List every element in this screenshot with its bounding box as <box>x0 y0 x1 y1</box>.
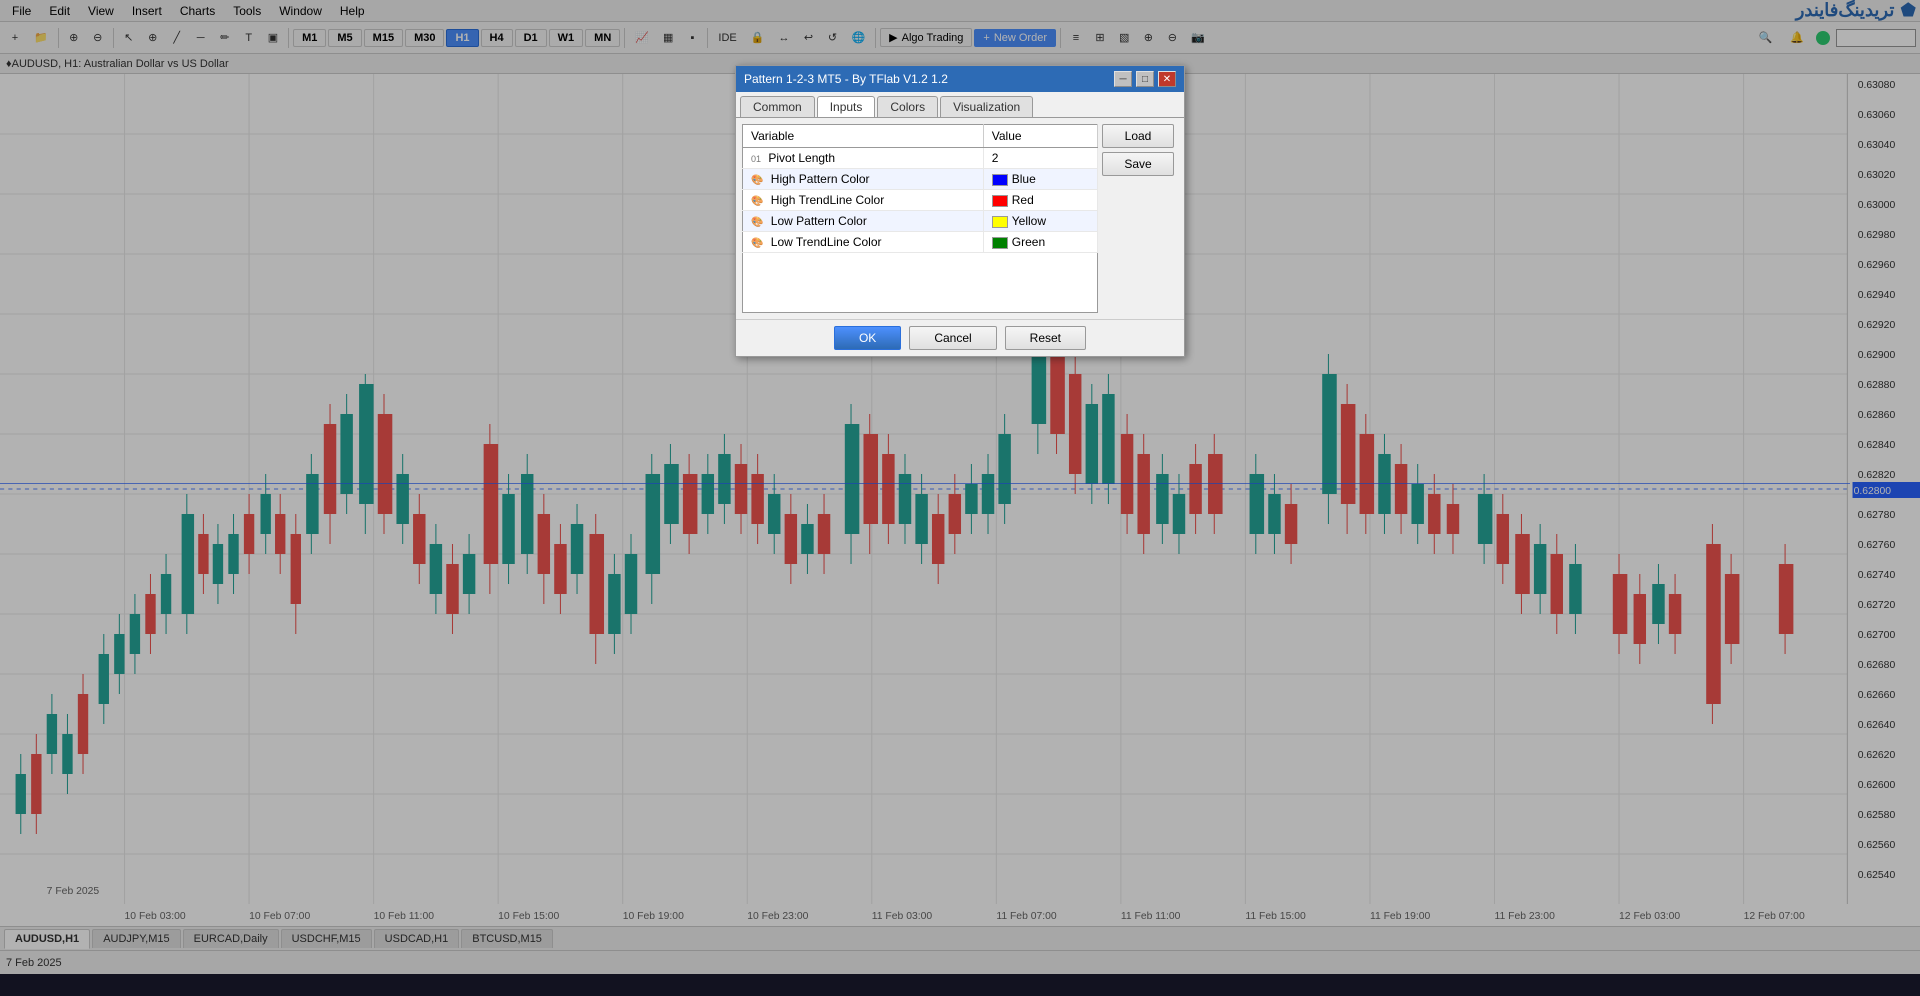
dialog: Pattern 1-2-3 MT5 - By TFlab V1.2 1.2 ─ … <box>735 65 1185 357</box>
ok-button[interactable]: OK <box>834 326 901 350</box>
row-value: Blue <box>983 169 1097 190</box>
dialog-tab-colors[interactable]: Colors <box>877 96 938 117</box>
row-variable: 🎨 Low TrendLine Color <box>743 232 984 253</box>
dialog-title: Pattern 1-2-3 MT5 - By TFlab V1.2 1.2 <box>744 72 948 86</box>
table-row[interactable]: 01 Pivot Length2 <box>743 148 1098 169</box>
row-value: Red <box>983 190 1097 211</box>
color-swatch <box>992 195 1008 207</box>
modal-overlay: Pattern 1-2-3 MT5 - By TFlab V1.2 1.2 ─ … <box>0 0 1920 996</box>
dialog-tab-common[interactable]: Common <box>740 96 815 117</box>
row-variable: 01 Pivot Length <box>743 148 984 169</box>
col-header-variable: Variable <box>743 125 984 148</box>
dialog-side-buttons: Load Save <box>1098 124 1178 313</box>
dialog-maximize-btn[interactable]: □ <box>1136 71 1154 87</box>
dialog-title-buttons: ─ □ ✕ <box>1112 71 1176 87</box>
table-row[interactable]: 🎨 High Pattern ColorBlue <box>743 169 1098 190</box>
row-value: Yellow <box>983 211 1097 232</box>
reset-button[interactable]: Reset <box>1005 326 1086 350</box>
color-swatch <box>992 237 1008 249</box>
dialog-table-wrapper: Variable Value 01 Pivot Length2🎨 High Pa… <box>742 124 1098 313</box>
table-row[interactable]: 🎨 Low Pattern ColorYellow <box>743 211 1098 232</box>
row-icon: 🎨 <box>751 175 763 186</box>
dialog-table-area: Variable Value 01 Pivot Length2🎨 High Pa… <box>742 124 1178 313</box>
color-swatch <box>992 174 1008 186</box>
row-icon: 🎨 <box>751 238 763 249</box>
dialog-minimize-btn[interactable]: ─ <box>1114 71 1132 87</box>
col-header-value: Value <box>983 125 1097 148</box>
row-variable: 🎨 Low Pattern Color <box>743 211 984 232</box>
params-table: Variable Value 01 Pivot Length2🎨 High Pa… <box>742 124 1098 253</box>
save-btn[interactable]: Save <box>1102 152 1174 176</box>
row-variable: 🎨 High Pattern Color <box>743 169 984 190</box>
row-icon: 01 <box>751 154 761 164</box>
load-btn[interactable]: Load <box>1102 124 1174 148</box>
row-icon: 🎨 <box>751 217 763 228</box>
dialog-close-btn[interactable]: ✕ <box>1158 71 1176 87</box>
row-icon: 🎨 <box>751 196 763 207</box>
dialog-tabs: Common Inputs Colors Visualization <box>736 92 1184 118</box>
cancel-button[interactable]: Cancel <box>909 326 996 350</box>
table-empty-area <box>742 253 1098 313</box>
dialog-content: Variable Value 01 Pivot Length2🎨 High Pa… <box>736 118 1184 319</box>
table-row[interactable]: 🎨 Low TrendLine ColorGreen <box>743 232 1098 253</box>
dialog-tab-visualization[interactable]: Visualization <box>940 96 1033 117</box>
row-value: Green <box>983 232 1097 253</box>
dialog-titlebar: Pattern 1-2-3 MT5 - By TFlab V1.2 1.2 ─ … <box>736 66 1184 92</box>
dialog-tab-inputs[interactable]: Inputs <box>817 96 876 117</box>
dialog-footer: OK Cancel Reset <box>736 319 1184 356</box>
row-variable: 🎨 High TrendLine Color <box>743 190 984 211</box>
row-value: 2 <box>983 148 1097 169</box>
color-swatch <box>992 216 1008 228</box>
table-row[interactable]: 🎨 High TrendLine ColorRed <box>743 190 1098 211</box>
